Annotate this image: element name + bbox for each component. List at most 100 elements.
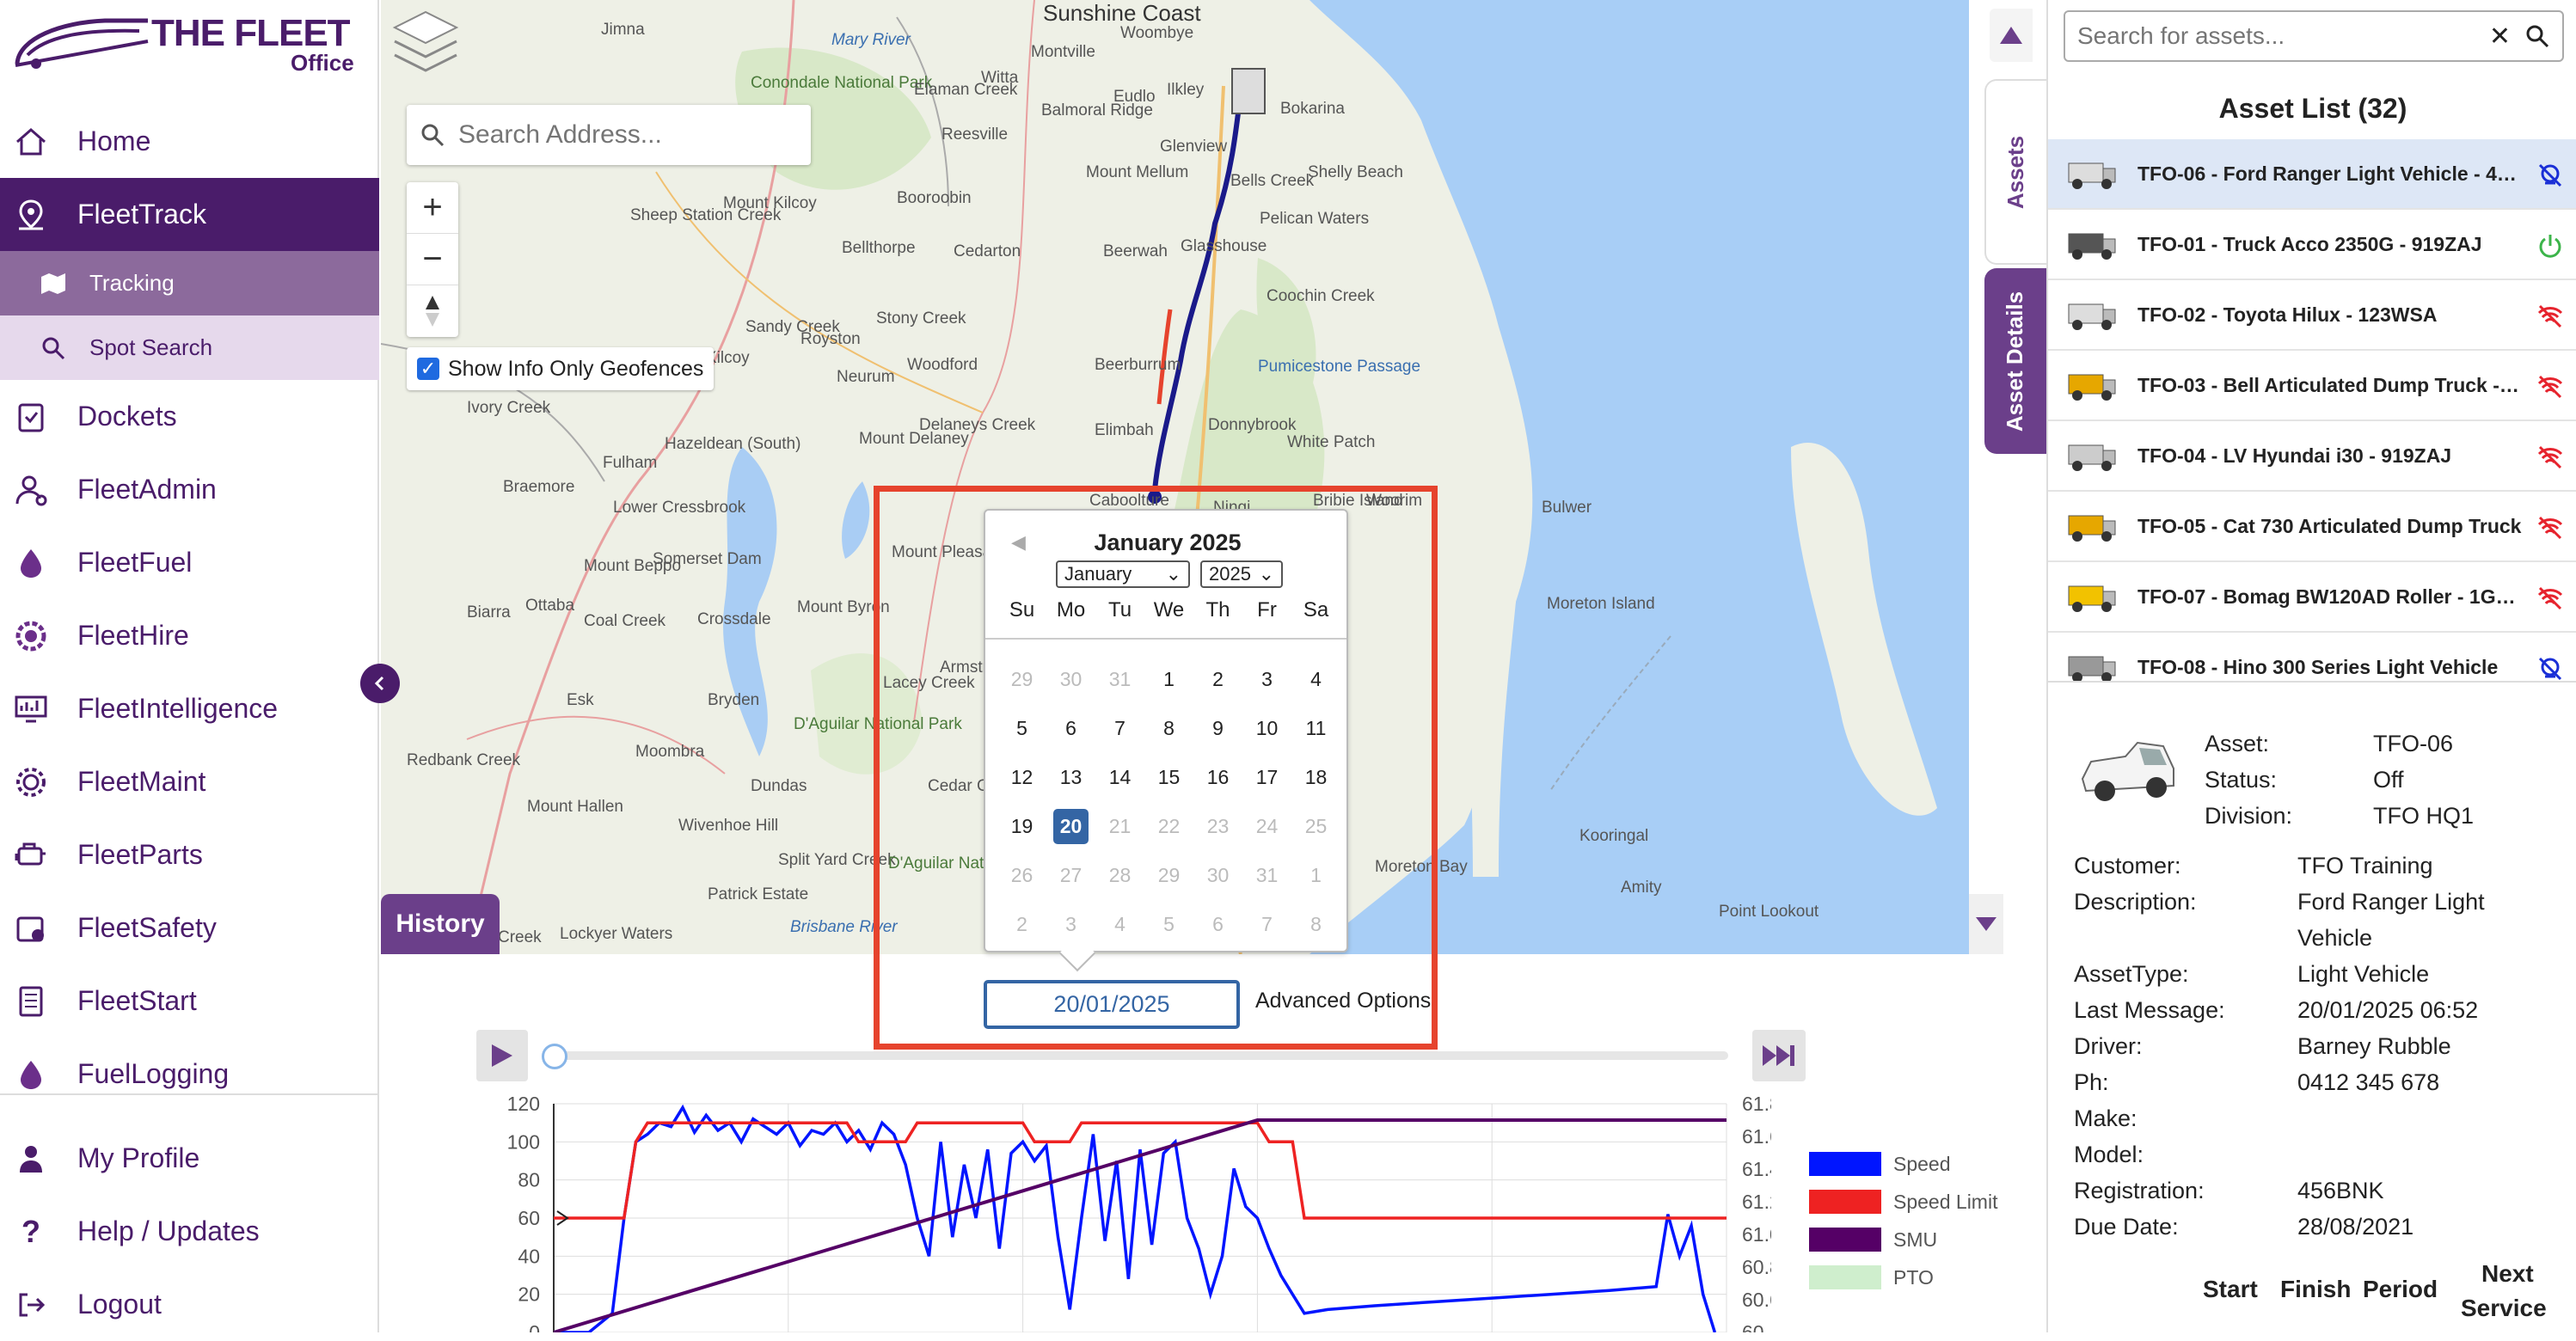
calendar-day[interactable]: 1 (1291, 851, 1340, 900)
calendar-day[interactable]: 6 (1193, 900, 1242, 949)
nav-fleetintelligence[interactable]: FleetIntelligence (0, 672, 379, 745)
calendar-day[interactable]: 16 (1193, 753, 1242, 802)
address-search[interactable] (407, 105, 811, 165)
calendar-day[interactable]: 24 (1242, 802, 1291, 851)
calendar-day[interactable]: 13 (1046, 753, 1095, 802)
nav-my-profile[interactable]: My Profile (0, 1122, 379, 1195)
nav-fleetadmin[interactable]: FleetAdmin (0, 453, 379, 526)
asset-row[interactable]: TFO-08 - Hino 300 Series Light Vehicle (2048, 633, 2576, 681)
skip-to-end-button[interactable] (1752, 1030, 1806, 1081)
calendar-day[interactable]: 23 (1193, 802, 1242, 851)
calendar-day[interactable]: 29 (1144, 851, 1193, 900)
calendar-day[interactable]: 10 (1242, 704, 1291, 753)
history-tab[interactable]: History (381, 894, 500, 954)
calendar-day[interactable]: 26 (997, 851, 1046, 900)
panel-up-button[interactable] (1990, 9, 2033, 62)
nav-tracking-label: Tracking (89, 270, 175, 296)
asset-row[interactable]: TFO-03 - Bell Articulated Dump Truck - 7… (2048, 351, 2576, 421)
calendar-day[interactable]: 18 (1291, 753, 1340, 802)
calendar-day[interactable]: 8 (1144, 704, 1193, 753)
calendar-day[interactable]: 30 (1046, 655, 1095, 704)
nav-logout[interactable]: Logout (0, 1268, 379, 1341)
collapse-sidebar-button[interactable] (360, 664, 400, 703)
zoom-out-button[interactable]: − (407, 234, 458, 285)
legend-item[interactable]: Speed Limit (1809, 1183, 1997, 1221)
calendar-day[interactable]: 2 (1193, 655, 1242, 704)
address-search-input[interactable] (458, 120, 802, 150)
search-icon[interactable] (2524, 23, 2550, 49)
calendar-day[interactable]: 9 (1193, 704, 1242, 753)
asset-row[interactable]: TFO-07 - Bomag BW120AD Roller - 1GH8BC (2048, 562, 2576, 633)
calendar-day[interactable]: 7 (1095, 704, 1144, 753)
nav-help[interactable]: ? Help / Updates (0, 1195, 379, 1268)
calendar-day[interactable]: 19 (997, 802, 1046, 851)
calendar-day[interactable]: 14 (1095, 753, 1144, 802)
legend-item[interactable]: SMU (1809, 1221, 1997, 1258)
calendar-day[interactable]: 4 (1291, 655, 1340, 704)
calendar-day[interactable]: 31 (1242, 851, 1291, 900)
nav-fleetsafety[interactable]: FleetSafety (0, 891, 379, 964)
zoom-in-button[interactable]: + (407, 182, 458, 234)
nav-fleettrack[interactable]: FleetTrack (0, 178, 379, 251)
asset-row[interactable]: TFO-02 - Toyota Hilux - 123WSA (2048, 280, 2576, 351)
nav-fleetfuel[interactable]: FleetFuel (0, 526, 379, 599)
nav-tracking[interactable]: Tracking (0, 251, 379, 315)
fleet-office-logo[interactable]: THE FLEET Office (10, 3, 371, 81)
advanced-options-link[interactable]: Advanced Options (1255, 989, 1431, 1013)
calendar-day[interactable]: 1 (1144, 655, 1193, 704)
year-select[interactable]: 2025 ⌄ (1200, 560, 1283, 588)
calendar-day[interactable]: 31 (1095, 655, 1144, 704)
calendar-day[interactable]: 3 (1242, 655, 1291, 704)
calendar-day[interactable]: 5 (1144, 900, 1193, 949)
nav-fleetmaint[interactable]: FleetMaint (0, 745, 379, 818)
calendar-day[interactable]: 7 (1242, 900, 1291, 949)
history-date-input[interactable]: 20/01/2025 (984, 980, 1240, 1029)
nav-dockets[interactable]: Dockets (0, 380, 379, 453)
map-layers-button[interactable] (391, 7, 460, 84)
geofence-toggle[interactable]: ✓ Show Info Only Geofences (407, 347, 715, 390)
tab-assets[interactable]: Assets (1984, 79, 2046, 265)
calendar-day[interactable]: 12 (997, 753, 1046, 802)
calendar-day[interactable]: 4 (1095, 900, 1144, 949)
calendar-day[interactable]: 22 (1144, 802, 1193, 851)
legend-item[interactable]: PTO (1809, 1258, 1997, 1296)
calendar-day[interactable]: 15 (1144, 753, 1193, 802)
calendar-day[interactable]: 17 (1242, 753, 1291, 802)
month-select[interactable]: January ⌄ (1056, 560, 1190, 588)
nav-fleethire[interactable]: FleetHire (0, 599, 379, 672)
calendar-day[interactable]: 25 (1291, 802, 1340, 851)
nav-fleetparts[interactable]: FleetParts (0, 818, 379, 891)
map-collapse-button[interactable] (1969, 894, 2003, 954)
calendar-day[interactable]: 6 (1046, 704, 1095, 753)
asset-list[interactable]: TFO-06 - Ford Ranger Light Vehicle - 456… (2048, 139, 2576, 683)
playback-slider-handle[interactable] (542, 1044, 567, 1069)
nav-spot-search[interactable]: Spot Search (0, 315, 379, 380)
calendar-day[interactable]: 11 (1291, 704, 1340, 753)
nav-fuellogging[interactable]: FuelLogging (0, 1038, 379, 1111)
asset-row[interactable]: TFO-04 - LV Hyundai i30 - 919ZAJ (2048, 421, 2576, 492)
nav-fleetstart[interactable]: FleetStart (0, 964, 379, 1038)
reset-north-button[interactable] (407, 285, 458, 337)
asset-row[interactable]: TFO-06 - Ford Ranger Light Vehicle - 456… (2048, 139, 2576, 210)
clear-icon[interactable]: ✕ (2489, 21, 2511, 52)
tab-asset-details[interactable]: Asset Details (1984, 268, 2046, 454)
calendar-day[interactable]: 21 (1095, 802, 1144, 851)
calendar-day[interactable]: 20 (1053, 809, 1089, 844)
calendar-day[interactable]: 5 (997, 704, 1046, 753)
calendar-day[interactable]: 29 (997, 655, 1046, 704)
asset-search[interactable]: ✕ (2064, 10, 2564, 62)
calendar-day[interactable]: 8 (1291, 900, 1340, 949)
play-button[interactable] (476, 1030, 528, 1081)
playback-slider[interactable] (550, 1051, 1728, 1060)
calendar-day[interactable]: 30 (1193, 851, 1242, 900)
nav-home[interactable]: Home (0, 105, 379, 178)
asset-row[interactable]: TFO-01 - Truck Acco 2350G - 919ZAJ (2048, 210, 2576, 280)
map-label: Dundas (751, 777, 807, 795)
legend-item[interactable]: Speed (1809, 1145, 1997, 1183)
calendar-day[interactable]: 28 (1095, 851, 1144, 900)
geofence-checkbox[interactable]: ✓ (417, 358, 439, 380)
asset-row[interactable]: TFO-05 - Cat 730 Articulated Dump Truck (2048, 492, 2576, 562)
asset-search-input[interactable] (2077, 22, 2489, 50)
calendar-day[interactable]: 2 (997, 900, 1046, 949)
calendar-day[interactable]: 27 (1046, 851, 1095, 900)
